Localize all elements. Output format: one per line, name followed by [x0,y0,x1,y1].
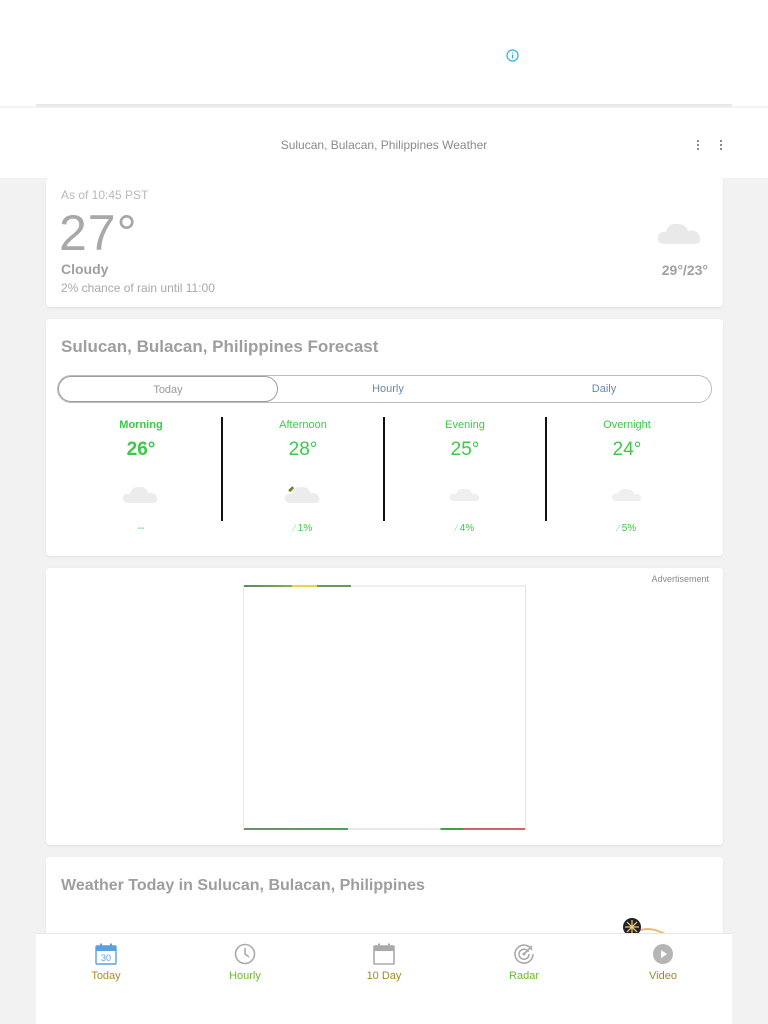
precip-chance: -- [137,523,145,534]
play-icon [653,944,673,964]
precip-value: 1% [297,523,313,534]
nav-10-day[interactable]: 10 Day [314,934,454,994]
clock-icon [234,943,256,965]
weather-today-title: Weather Today in Sulucan, Bulacan, Phili… [61,877,425,894]
app-header: Sulucan, Bulacan, Philippines Weather [0,108,768,178]
nav-label: Hourly [229,970,261,982]
partly-cloudy-icon [284,486,320,503]
period-overnight[interactable]: Overnight 24° ⁄ 5% [546,415,708,541]
period-temperature: 25° [450,439,480,460]
period-temperature: 28° [288,439,318,460]
ad-bottom-border [244,828,525,830]
nav-today[interactable]: 30 Today [36,934,176,994]
info-icon[interactable] [506,49,519,62]
top-status-area [0,0,768,106]
forecast-title: Sulucan, Bulacan, Philippines Forecast [61,337,379,356]
period-name: Morning [119,419,163,431]
advertisement-label: Advertisement [651,574,709,584]
bottom-navigation: 30 Today Hourly 10 Day Radar Video [36,933,732,1024]
nav-label: Video [649,970,677,982]
period-name: Overnight [603,419,651,431]
precip-value: 4% [459,523,475,534]
advertisement-card: Advertisement [46,568,723,845]
weather-phrase: Cloudy [61,261,109,277]
precip-chance: ⁄ 1% [222,523,384,534]
ad-frame[interactable] [243,585,526,830]
forecast-periods: Morning 26° -- Afternoon 28° ⁄ 1% Evenin… [60,415,708,545]
precip-value: 5% [621,523,637,534]
as-of-timestamp: As of 10:45 PST [61,188,149,202]
nav-label: 10 Day [366,970,402,982]
period-name: Evening [445,419,485,431]
cloud-icon [122,486,158,503]
overflow-menu-icon[interactable] [713,138,729,156]
calendar-icon [373,943,395,965]
tab-today[interactable]: Today [58,376,278,402]
page-title: Sulucan, Bulacan, Philippines Weather [280,138,488,152]
hi-lo-temperature: 29°/23° [661,262,708,278]
rain-chance-text: 2% chance of rain until 11:00 [61,281,215,295]
calendar-day-number: 30 [101,953,111,963]
precip-chance: ⁄ 4% [384,523,546,534]
period-morning[interactable]: Morning 26° -- [60,415,222,541]
current-temperature: 27° [59,205,138,261]
calendar-today-icon: 30 [95,943,117,965]
nav-label: Radar [509,970,539,982]
cloud-icon [611,488,642,501]
forecast-card: Sulucan, Bulacan, Philippines Forecast T… [46,319,723,556]
ad-top-border [244,585,525,587]
forecast-tabs: Today Hourly Daily [57,375,712,403]
nav-label: Today [91,970,121,982]
period-temperature: 26° [126,439,156,460]
period-name: Afternoon [279,419,327,431]
period-afternoon[interactable]: Afternoon 28° ⁄ 1% [222,415,384,541]
cloud-icon [657,223,701,244]
tab-daily[interactable]: Daily [495,376,713,402]
nav-radar[interactable]: Radar [454,934,594,994]
cloud-icon [449,488,480,501]
nav-hourly[interactable]: Hourly [175,934,315,994]
period-temperature: 24° [612,439,642,460]
current-conditions-card[interactable]: As of 10:45 PST 27° Cloudy 2% chance of … [46,178,723,307]
more-options-icon[interactable] [690,138,706,156]
precip-chance: ⁄ 5% [546,523,708,534]
radar-icon [514,944,534,964]
nav-video[interactable]: Video [593,934,733,994]
tab-hourly[interactable]: Hourly [278,376,498,402]
period-evening[interactable]: Evening 25° ⁄ 4% [384,415,546,541]
